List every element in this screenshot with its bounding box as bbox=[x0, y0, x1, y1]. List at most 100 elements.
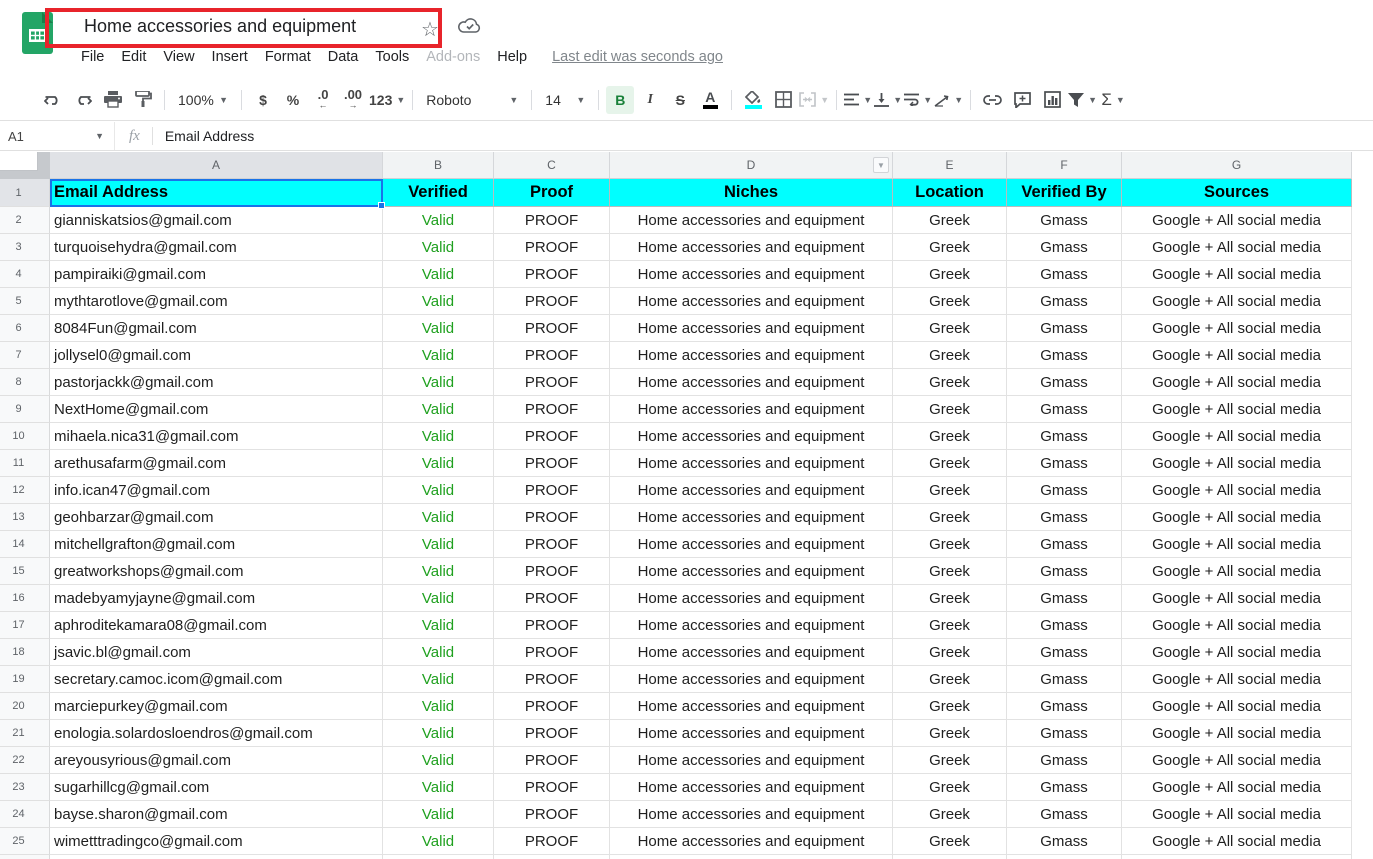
cell-G23[interactable]: Google + All social media bbox=[1122, 774, 1352, 801]
cell-B7[interactable]: Valid bbox=[383, 342, 494, 369]
cell-D2[interactable]: Home accessories and equipment bbox=[610, 207, 893, 234]
cell-D7[interactable]: Home accessories and equipment bbox=[610, 342, 893, 369]
row-header-13[interactable]: 13 bbox=[0, 504, 50, 531]
cell-F10[interactable]: Gmass bbox=[1007, 423, 1122, 450]
last-edit-link[interactable]: Last edit was seconds ago bbox=[552, 49, 723, 65]
cell-A4[interactable]: pampiraiki@gmail.com bbox=[50, 261, 383, 288]
row-header-22[interactable]: 22 bbox=[0, 747, 50, 774]
cell-D3[interactable]: Home accessories and equipment bbox=[610, 234, 893, 261]
menu-format[interactable]: Format bbox=[265, 49, 311, 65]
cell-A19[interactable]: secretary.camoc.icom@gmail.com bbox=[50, 666, 383, 693]
cell-C11[interactable]: PROOF bbox=[494, 450, 610, 477]
header-cell-B1[interactable]: Verified bbox=[383, 179, 494, 207]
paint-format-icon[interactable] bbox=[129, 86, 157, 114]
cell-B18[interactable]: Valid bbox=[383, 639, 494, 666]
cell-E23[interactable]: Greek bbox=[893, 774, 1007, 801]
cell-D4[interactable]: Home accessories and equipment bbox=[610, 261, 893, 288]
cell-A7[interactable]: jollysel0@gmail.com bbox=[50, 342, 383, 369]
cell-F11[interactable]: Gmass bbox=[1007, 450, 1122, 477]
cell-C18[interactable]: PROOF bbox=[494, 639, 610, 666]
row-header-11[interactable]: 11 bbox=[0, 450, 50, 477]
cell-F22[interactable]: Gmass bbox=[1007, 747, 1122, 774]
cell-D20[interactable]: Home accessories and equipment bbox=[610, 693, 893, 720]
cell-F20[interactable]: Gmass bbox=[1007, 693, 1122, 720]
cell-F15[interactable]: Gmass bbox=[1007, 558, 1122, 585]
cell-A24[interactable]: bayse.sharon@gmail.com bbox=[50, 801, 383, 828]
cell-C15[interactable]: PROOF bbox=[494, 558, 610, 585]
cell-F21[interactable]: Gmass bbox=[1007, 720, 1122, 747]
column-header-F[interactable]: F bbox=[1007, 152, 1122, 179]
cell-E11[interactable]: Greek bbox=[893, 450, 1007, 477]
row-header-7[interactable]: 7 bbox=[0, 342, 50, 369]
cell-D22[interactable]: Home accessories and equipment bbox=[610, 747, 893, 774]
cell-F4[interactable]: Gmass bbox=[1007, 261, 1122, 288]
number-format-button[interactable]: 123▼ bbox=[369, 86, 405, 114]
cell-G18[interactable]: Google + All social media bbox=[1122, 639, 1352, 666]
vertical-align-button[interactable]: ▼ bbox=[874, 86, 902, 114]
cell-B21[interactable]: Valid bbox=[383, 720, 494, 747]
cell-B16[interactable]: Valid bbox=[383, 585, 494, 612]
cell-F26[interactable] bbox=[1007, 855, 1122, 859]
formula-input[interactable]: Email Address bbox=[165, 128, 254, 144]
cell-G3[interactable]: Google + All social media bbox=[1122, 234, 1352, 261]
cell-F6[interactable]: Gmass bbox=[1007, 315, 1122, 342]
cell-F13[interactable]: Gmass bbox=[1007, 504, 1122, 531]
cell-B14[interactable]: Valid bbox=[383, 531, 494, 558]
cell-B22[interactable]: Valid bbox=[383, 747, 494, 774]
print-icon[interactable] bbox=[99, 86, 127, 114]
menu-insert[interactable]: Insert bbox=[212, 49, 248, 65]
cell-A3[interactable]: turquoisehydra@gmail.com bbox=[50, 234, 383, 261]
cell-C4[interactable]: PROOF bbox=[494, 261, 610, 288]
cell-D21[interactable]: Home accessories and equipment bbox=[610, 720, 893, 747]
header-cell-D1[interactable]: Niches bbox=[610, 179, 893, 207]
cell-A6[interactable]: 8084Fun@gmail.com bbox=[50, 315, 383, 342]
cell-B2[interactable]: Valid bbox=[383, 207, 494, 234]
cell-E12[interactable]: Greek bbox=[893, 477, 1007, 504]
increase-decimal-button[interactable]: .00→ bbox=[339, 86, 367, 114]
cell-E17[interactable]: Greek bbox=[893, 612, 1007, 639]
fill-color-button[interactable] bbox=[739, 86, 767, 114]
cell-C5[interactable]: PROOF bbox=[494, 288, 610, 315]
font-family-select[interactable]: Roboto▼ bbox=[420, 86, 524, 114]
cell-A8[interactable]: pastorjackk@gmail.com bbox=[50, 369, 383, 396]
text-wrap-button[interactable]: ▼ bbox=[904, 86, 932, 114]
bold-button[interactable]: B bbox=[606, 86, 634, 114]
cell-B4[interactable]: Valid bbox=[383, 261, 494, 288]
cell-G19[interactable]: Google + All social media bbox=[1122, 666, 1352, 693]
row-header-2[interactable]: 2 bbox=[0, 207, 50, 234]
cell-G8[interactable]: Google + All social media bbox=[1122, 369, 1352, 396]
decrease-decimal-button[interactable]: .0← bbox=[309, 86, 337, 114]
cell-A9[interactable]: NextHome@gmail.com bbox=[50, 396, 383, 423]
cell-G13[interactable]: Google + All social media bbox=[1122, 504, 1352, 531]
cell-A12[interactable]: info.ican47@gmail.com bbox=[50, 477, 383, 504]
insert-comment-icon[interactable] bbox=[1008, 86, 1036, 114]
row-header-24[interactable]: 24 bbox=[0, 801, 50, 828]
cell-D13[interactable]: Home accessories and equipment bbox=[610, 504, 893, 531]
row-header-9[interactable]: 9 bbox=[0, 396, 50, 423]
cell-B24[interactable]: Valid bbox=[383, 801, 494, 828]
cell-C13[interactable]: PROOF bbox=[494, 504, 610, 531]
cell-D9[interactable]: Home accessories and equipment bbox=[610, 396, 893, 423]
cell-E3[interactable]: Greek bbox=[893, 234, 1007, 261]
cell-C8[interactable]: PROOF bbox=[494, 369, 610, 396]
cell-F5[interactable]: Gmass bbox=[1007, 288, 1122, 315]
cell-A2[interactable]: gianniskatsios@gmail.com bbox=[50, 207, 383, 234]
cell-A5[interactable]: mythtarotlove@gmail.com bbox=[50, 288, 383, 315]
cell-E19[interactable]: Greek bbox=[893, 666, 1007, 693]
cell-F23[interactable]: Gmass bbox=[1007, 774, 1122, 801]
sheets-logo-icon[interactable] bbox=[22, 12, 53, 59]
row-header-10[interactable]: 10 bbox=[0, 423, 50, 450]
header-cell-F1[interactable]: Verified By bbox=[1007, 179, 1122, 207]
row-header-5[interactable]: 5 bbox=[0, 288, 50, 315]
cell-F18[interactable]: Gmass bbox=[1007, 639, 1122, 666]
cell-B20[interactable]: Valid bbox=[383, 693, 494, 720]
cell-E25[interactable]: Greek bbox=[893, 828, 1007, 855]
cell-B15[interactable]: Valid bbox=[383, 558, 494, 585]
cell-C25[interactable]: PROOF bbox=[494, 828, 610, 855]
cell-G14[interactable]: Google + All social media bbox=[1122, 531, 1352, 558]
cell-D19[interactable]: Home accessories and equipment bbox=[610, 666, 893, 693]
cell-D24[interactable]: Home accessories and equipment bbox=[610, 801, 893, 828]
cell-F9[interactable]: Gmass bbox=[1007, 396, 1122, 423]
cell-B6[interactable]: Valid bbox=[383, 315, 494, 342]
menu-data[interactable]: Data bbox=[328, 49, 359, 65]
